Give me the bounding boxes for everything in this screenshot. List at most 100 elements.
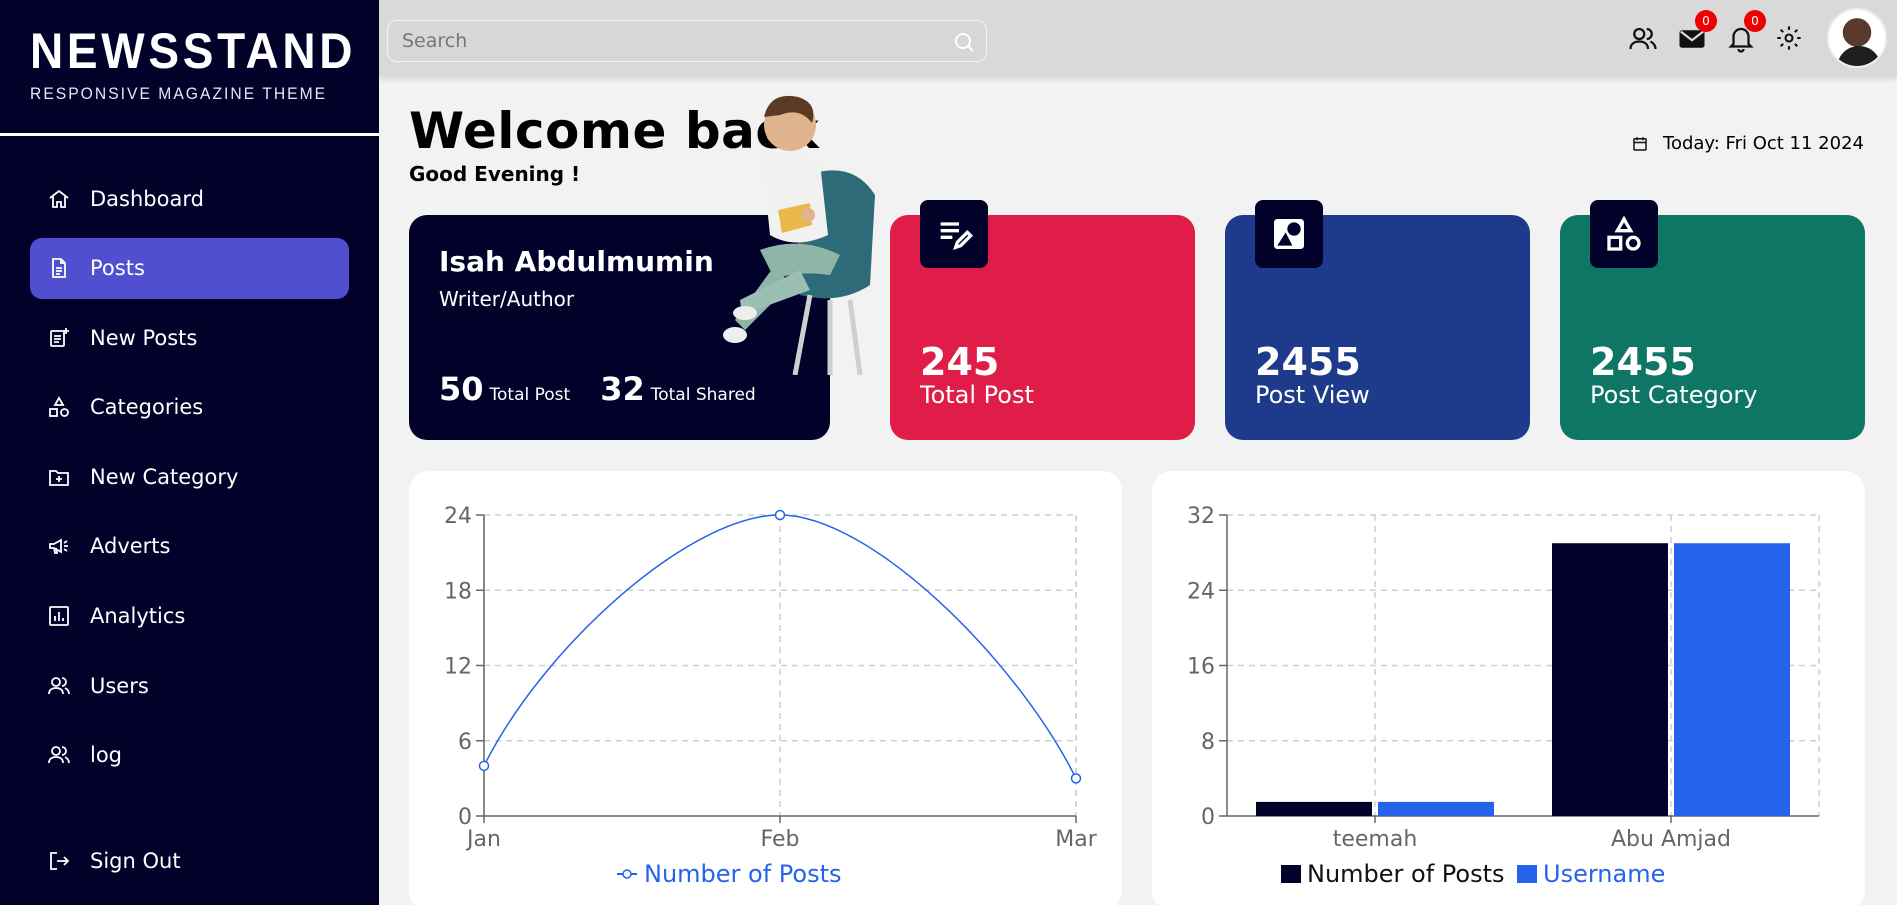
legend-label: Username xyxy=(1543,860,1665,888)
users-bar-chart: 0 8 16 24 32 teemah Abu Amjad Number of Posts Us… xyxy=(1187,504,1820,888)
posts-line-chart: 06121824Jan Feb MarNumber of Posts xyxy=(444,504,1098,888)
x-tick-label: Feb xyxy=(761,827,800,852)
data-point xyxy=(774,509,786,521)
reading-character-illustration xyxy=(723,95,875,375)
sign-out-button[interactable]: Sign Out xyxy=(30,830,349,891)
sidebar-item-label: log xyxy=(90,743,123,768)
greeting: Good Evening ! xyxy=(409,162,581,186)
legend-swatch xyxy=(1517,865,1537,883)
bar xyxy=(1378,801,1494,816)
y-tick-label: 32 xyxy=(1187,504,1215,529)
brand-name: NEWSSTAND xyxy=(30,23,357,79)
stat-value: 2455 xyxy=(1255,340,1361,384)
brand: NEWSSTAND RESPONSIVE MAGAZINE THEME xyxy=(0,0,379,136)
sidebar-nav: Dashboard Posts New Posts Categories New… xyxy=(30,168,349,794)
legend-label: Number of Posts xyxy=(1307,860,1505,888)
document-icon xyxy=(46,255,72,281)
sidebar-item-label: Users xyxy=(90,673,149,698)
sidebar-item-analytics[interactable]: Analytics xyxy=(30,586,349,647)
bar xyxy=(1552,543,1668,816)
sidebar-item-users[interactable]: Users xyxy=(30,655,349,716)
legend-label: Number of Posts xyxy=(644,860,842,888)
mail-icon[interactable]: 0 xyxy=(1677,10,1717,54)
today-label: Today: Fri Oct 11 2024 xyxy=(1663,133,1864,154)
megaphone-icon xyxy=(46,533,72,559)
notifications-badge: 0 xyxy=(1744,10,1766,32)
analytics-icon xyxy=(46,603,72,629)
home-icon xyxy=(46,186,72,212)
sign-out-icon xyxy=(46,848,72,874)
legend-swatch xyxy=(1281,865,1301,883)
x-tick-label: Jan xyxy=(465,827,501,852)
folder-plus-icon xyxy=(46,464,72,490)
x-tick-label: Mar xyxy=(1055,827,1097,852)
search-icon[interactable] xyxy=(952,30,976,54)
profile-stats: 50 Total Post 32 Total Shared xyxy=(439,370,756,408)
total-shared-value: 32 xyxy=(600,370,645,408)
y-tick-label: 0 xyxy=(1201,805,1215,830)
y-tick-label: 6 xyxy=(458,730,472,755)
stat-card-post-view: 2455 Post View xyxy=(1225,200,1530,440)
stat-value: 2455 xyxy=(1590,340,1696,384)
sidebar-item-new-posts[interactable]: New Posts xyxy=(30,307,349,368)
sidebar-item-label: Analytics xyxy=(90,604,186,629)
sidebar-item-label: Posts xyxy=(90,256,145,281)
sidebar-item-label: New Posts xyxy=(90,325,198,350)
new-post-icon xyxy=(46,325,72,351)
avatar[interactable] xyxy=(1827,8,1887,68)
stat-value: 245 xyxy=(920,340,1000,384)
sidebar-item-categories[interactable]: Categories xyxy=(30,377,349,438)
sidebar-item-new-category[interactable]: New Category xyxy=(30,446,349,507)
stat-label: Total Post xyxy=(920,381,1034,409)
top-bar: 0 0 xyxy=(379,0,1897,76)
x-tick-label: teemah xyxy=(1333,827,1418,852)
y-tick-label: 16 xyxy=(1187,655,1215,680)
users-icon[interactable] xyxy=(1628,24,1658,54)
sidebar-item-label: Adverts xyxy=(90,534,171,559)
sign-out-label: Sign Out xyxy=(90,848,181,873)
stat-card-total-post: 245 Total Post xyxy=(890,200,1195,440)
y-tick-label: 24 xyxy=(1187,579,1215,604)
edit-list-icon xyxy=(920,200,988,268)
sidebar-item-label: New Category xyxy=(90,464,239,489)
messages-badge: 0 xyxy=(1695,10,1717,32)
y-tick-label: 8 xyxy=(1201,730,1215,755)
y-tick-label: 18 xyxy=(444,579,472,604)
calendar-icon xyxy=(1633,136,1647,151)
today-date: Today: Fri Oct 11 2024 xyxy=(1631,133,1864,154)
shapes-card-icon xyxy=(1255,200,1323,268)
gear-icon[interactable] xyxy=(1775,24,1805,54)
profile-name: Isah Abdulmumin xyxy=(439,245,714,278)
total-post-value: 50 xyxy=(439,370,484,408)
search-box xyxy=(387,20,987,62)
x-tick-label: Abu Amjad xyxy=(1611,827,1731,852)
category-shapes-icon xyxy=(1590,200,1658,268)
sidebar-item-label: Categories xyxy=(90,395,204,420)
users-icon xyxy=(46,673,72,699)
stat-label: Post View xyxy=(1255,381,1370,409)
users-icon xyxy=(46,742,72,768)
sidebar-item-log[interactable]: log xyxy=(30,725,349,786)
brand-tagline: RESPONSIVE MAGAZINE THEME xyxy=(30,84,328,103)
sidebar-item-label: Dashboard xyxy=(90,186,204,211)
users-bar-chart-card: 0 8 16 24 32 teemah Abu Amjad Number of Posts Us… xyxy=(1152,471,1865,905)
sidebar-item-dashboard[interactable]: Dashboard xyxy=(30,168,349,229)
total-shared-label: Total Shared xyxy=(650,385,756,405)
search-input[interactable] xyxy=(388,21,986,61)
data-point xyxy=(1070,773,1082,784)
total-post-label: Total Post xyxy=(489,385,571,405)
sidebar-item-adverts[interactable]: Adverts xyxy=(30,516,349,577)
bell-icon[interactable]: 0 xyxy=(1726,10,1766,54)
bar xyxy=(1256,801,1372,816)
profile-role: Writer/Author xyxy=(439,287,575,311)
sidebar-item-posts[interactable]: Posts xyxy=(30,237,349,299)
posts-line-chart-card: 0 6 12 18 24 Jan Feb Mar Number of Posts xyxy=(409,471,1122,905)
bar xyxy=(1674,543,1790,816)
sign-out-section: Sign Out xyxy=(30,830,349,900)
shapes-icon xyxy=(46,394,72,420)
sidebar: NEWSSTAND RESPONSIVE MAGAZINE THEME Dash… xyxy=(0,0,379,905)
legend-point-marker xyxy=(622,869,632,879)
y-tick-label: 24 xyxy=(444,504,472,529)
stat-card-post-category: 2455 Post Category xyxy=(1560,200,1865,440)
stat-label: Post Category xyxy=(1590,381,1758,409)
